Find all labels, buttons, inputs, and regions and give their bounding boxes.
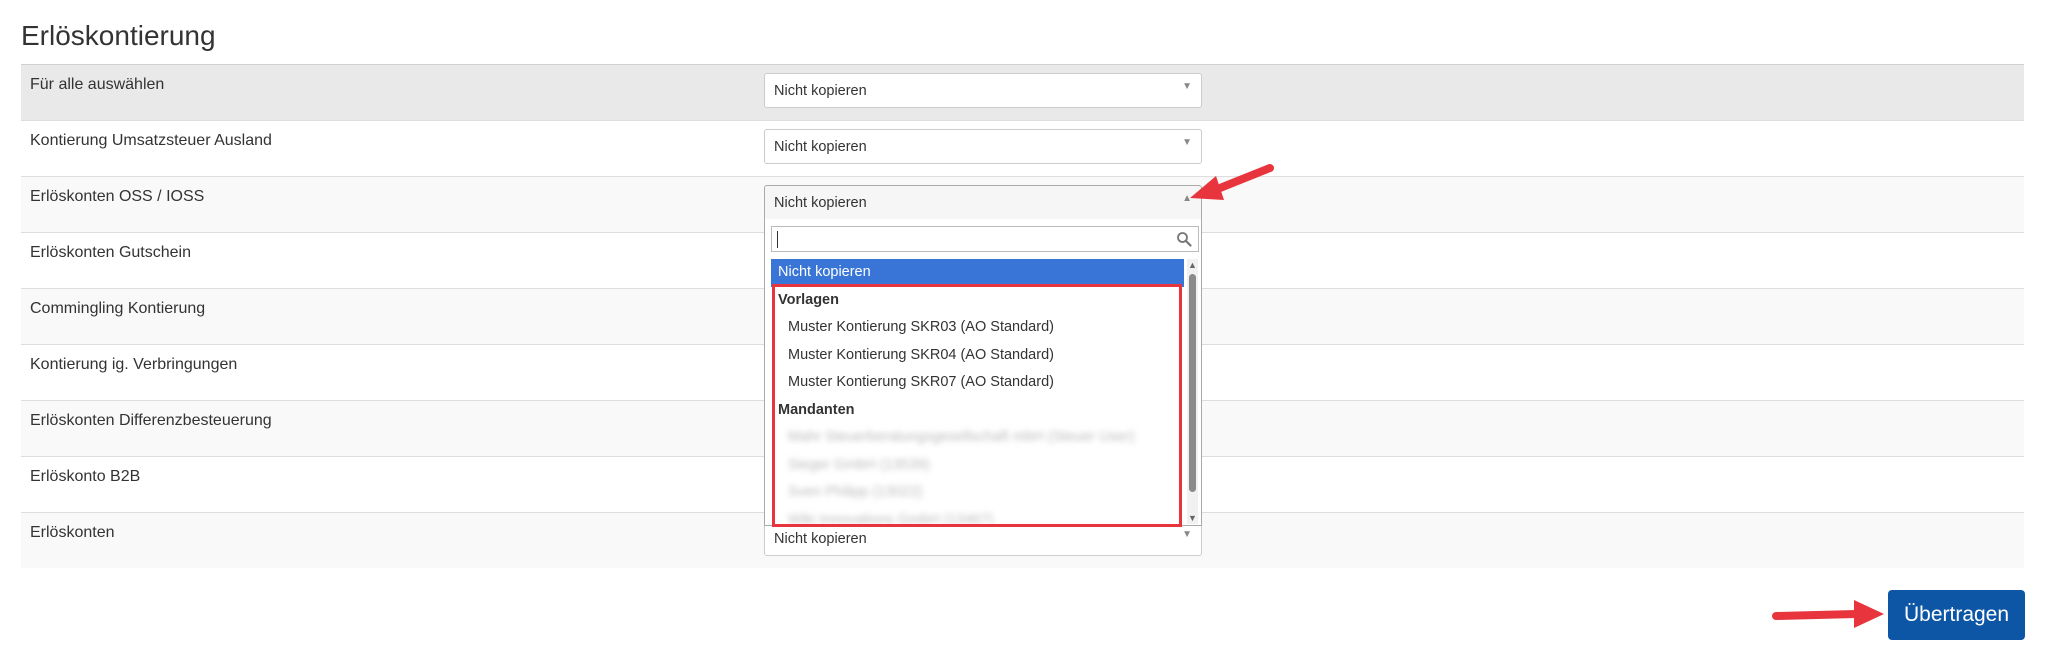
transfer-button[interactable]: Übertragen <box>1888 590 2025 640</box>
option-skr04[interactable]: Muster Kontierung SKR04 (AO Standard) <box>771 342 1184 370</box>
table-row: Für alle auswählen Nicht kopieren ▼ <box>21 64 2024 120</box>
page-title: Erlöskontierung <box>21 20 216 51</box>
annotation-arrow-icon <box>1772 600 1884 628</box>
option-mandant[interactable]: Sieger GmbH (13539) <box>771 452 1184 480</box>
dropdown-scrollbar[interactable]: ▲ ▼ <box>1187 259 1198 524</box>
caret-down-icon: ▼ <box>1182 529 1192 540</box>
option-nicht-kopieren[interactable]: Nicht kopieren <box>771 259 1184 287</box>
option-mandant[interactable]: Mahr Steuerberatungsgesellschaft mbH (St… <box>771 424 1184 452</box>
row-label: Erlöskonten <box>30 524 115 541</box>
row-label: Commingling Kontierung <box>30 300 206 317</box>
select-erloeskonten[interactable]: Nicht kopieren ▼ <box>764 521 1202 556</box>
option-skr03[interactable]: Muster Kontierung SKR03 (AO Standard) <box>771 314 1184 342</box>
scroll-down-icon[interactable]: ▼ <box>1187 512 1198 524</box>
row-label: Für alle auswählen <box>30 76 165 93</box>
option-group-mandanten: Mandanten <box>778 401 855 418</box>
dropdown-options: Nicht kopieren Vorlagen Muster Kontierun… <box>771 259 1184 524</box>
row-label: Erlöskonten Gutschein <box>30 244 191 261</box>
caret-down-icon: ▼ <box>1182 137 1192 148</box>
scrollbar-thumb[interactable] <box>1189 274 1196 492</box>
select-umsatzsteuer-ausland[interactable]: Nicht kopieren ▼ <box>764 129 1202 164</box>
dropdown-search-input[interactable] <box>771 226 1199 252</box>
option-mandant[interactable]: Wiki Innovations GmbH (13467) <box>771 507 1184 525</box>
row-label: Erlöskonten OSS / IOSS <box>30 188 205 205</box>
select-oss-ioss[interactable]: Nicht kopieren ▲ <box>764 185 1202 220</box>
search-icon <box>1177 232 1192 247</box>
option-skr07[interactable]: Muster Kontierung SKR07 (AO Standard) <box>771 369 1184 397</box>
option-mandant[interactable]: Sven Philipp (13022) <box>771 479 1184 507</box>
dropdown-panel: Nicht kopieren Vorlagen Muster Kontierun… <box>764 219 1202 526</box>
row-label: Erlöskonten Differenzbesteuerung <box>30 412 272 429</box>
table-row: Kontierung Umsatzsteuer Ausland Nicht ko… <box>21 120 2024 176</box>
select-value: Nicht kopieren <box>774 139 867 155</box>
row-label: Erlöskonto B2B <box>30 468 141 485</box>
select-value: Nicht kopieren <box>774 83 867 99</box>
text-cursor <box>777 231 778 248</box>
select-value: Nicht kopieren <box>774 195 867 211</box>
row-label: Kontierung Umsatzsteuer Ausland <box>30 132 272 149</box>
scroll-up-icon[interactable]: ▲ <box>1187 259 1198 271</box>
select-fuer-alle[interactable]: Nicht kopieren ▼ <box>764 73 1202 108</box>
caret-down-icon: ▼ <box>1182 81 1192 92</box>
select-value: Nicht kopieren <box>774 531 867 547</box>
option-group-vorlagen: Vorlagen <box>778 291 839 308</box>
caret-up-icon: ▲ <box>1182 193 1192 204</box>
row-label: Kontierung ig. Verbringungen <box>30 356 238 373</box>
